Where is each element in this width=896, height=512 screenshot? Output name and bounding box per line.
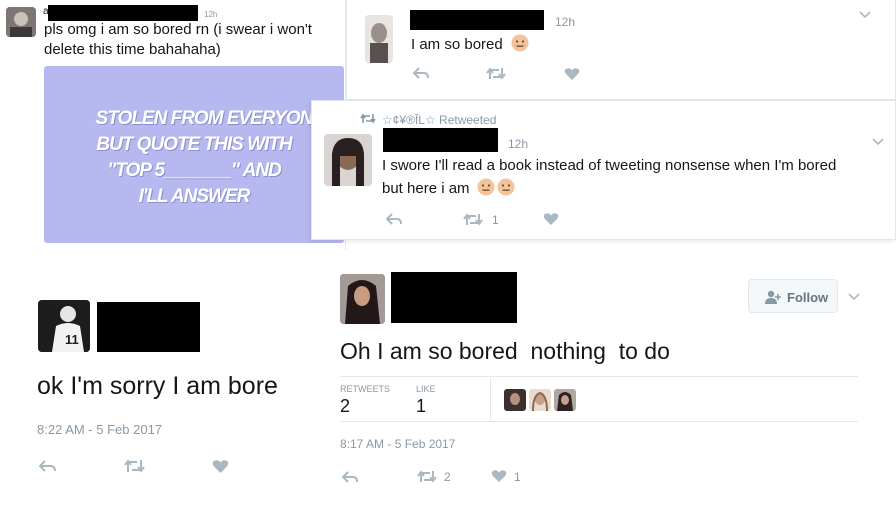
avatar[interactable] [365, 15, 393, 63]
tweet-card-5: Follow Oh I am so bored nothing to do RE… [320, 258, 896, 512]
image-text-line-2: BUT QUOTE THIS WITH [96, 134, 292, 155]
redacted-username [97, 302, 200, 352]
heart-icon[interactable] [212, 459, 229, 474]
retweeted-by-label[interactable]: ☆¢¥®ĪL☆ Retweeted [382, 113, 496, 127]
stats-divider-bottom [340, 421, 858, 422]
reply-icon[interactable] [413, 66, 429, 80]
reply-icon[interactable] [386, 212, 402, 226]
chevron-down-icon[interactable] [859, 10, 871, 20]
tweet-text-line-1: I swore I'll read a book instead of twee… [382, 157, 837, 174]
tweet-card-4: 11 ok I'm sorry I am bore 8:22 AM - 5 Fe… [0, 258, 320, 512]
tweet-text: Oh I am so bored nothing to do [340, 338, 670, 364]
tweet-time[interactable]: 12h [555, 15, 575, 29]
svg-text:11: 11 [65, 332, 79, 347]
avatar-photo [6, 7, 36, 37]
image-text-line-3: "TOP 5_______" AND [107, 160, 282, 181]
reply-icon[interactable] [39, 459, 56, 473]
tweet-card-1: a 12h pls omg i am so bored rn (i swear … [0, 0, 346, 250]
tweet-text-line-2: but here i am [382, 180, 470, 197]
avatar-photo [365, 15, 393, 63]
tweet-text: pls omg i am so bored rn (i swear i won'… [44, 20, 312, 60]
reply-icon[interactable] [342, 470, 358, 484]
avatar[interactable]: 11 [38, 300, 90, 352]
retweet-count: 2 [444, 470, 451, 484]
retweet-icon[interactable] [463, 213, 483, 226]
avatar-photo: 11 [38, 300, 90, 352]
tweet-text: ok I'm sorry I am bore [37, 372, 278, 400]
heart-icon[interactable] [564, 67, 580, 81]
heart-icon[interactable] [491, 469, 507, 483]
avatar-photo [340, 274, 385, 324]
retweet-icon[interactable] [486, 67, 506, 80]
tweet-card-2: 12h I am so bored [346, 0, 896, 100]
neutral-face-emoji-icon [477, 178, 495, 196]
tweet-text-line-2: delete this time bahahaha) [44, 41, 221, 58]
tweet-text: I swore I'll read a book instead of twee… [382, 154, 836, 200]
image-text: STOLEN FROM EVERYON BUT QUOTE THIS WITH … [44, 106, 344, 210]
liker-avatar[interactable] [529, 389, 551, 411]
liker-avatar-photo [554, 389, 576, 411]
likes-value[interactable]: 1 [416, 396, 426, 417]
image-text-line-1: STOLEN FROM EVERYON [95, 108, 314, 129]
avatar[interactable] [324, 134, 372, 186]
retweets-label[interactable]: RETWEETS [340, 384, 390, 394]
liker-avatar-photo [529, 389, 551, 411]
liker-avatar-photo [504, 389, 526, 411]
neutral-face-emoji-icon [511, 34, 529, 52]
tweet-text-content: I am so bored [411, 36, 503, 53]
tweet-text-line-2-row: but here i am [382, 177, 836, 200]
like-count: 1 [514, 470, 521, 484]
redacted-username [391, 272, 517, 323]
chevron-down-icon[interactable] [872, 137, 884, 147]
avatar[interactable] [340, 274, 385, 324]
redacted-username [48, 5, 198, 21]
tweet-text-line-1: pls omg i am so bored rn (i swear i won'… [44, 21, 312, 38]
tweet-time[interactable]: 12h [204, 10, 217, 19]
retweet-icon[interactable] [417, 470, 437, 483]
tweet-timestamp[interactable]: 8:17 AM - 5 Feb 2017 [340, 437, 455, 451]
tweet-timestamp[interactable]: 8:22 AM - 5 Feb 2017 [37, 422, 162, 437]
tweet-time[interactable]: 12h [508, 137, 528, 151]
likes-label[interactable]: LIKE [416, 384, 436, 394]
tweet-card-3: ☆¢¥®ĪL☆ Retweeted Z 12h I swore I'll rea… [311, 100, 896, 240]
tweet-text: I am so bored [411, 34, 529, 55]
follow-button[interactable]: Follow [748, 279, 838, 313]
stats-divider-top [340, 376, 858, 377]
neutral-face-emoji-icon [497, 178, 515, 196]
avatar-photo [324, 134, 372, 186]
chevron-down-icon[interactable] [848, 292, 860, 301]
redacted-username [410, 10, 544, 30]
stats-vertical-divider [490, 378, 491, 420]
tweet-image[interactable]: STOLEN FROM EVERYON BUT QUOTE THIS WITH … [44, 66, 344, 243]
retweets-value[interactable]: 2 [340, 396, 350, 417]
heart-icon[interactable] [543, 212, 559, 226]
image-text-line-4: I'LL ANSWER [138, 186, 251, 207]
redacted-username [383, 128, 498, 152]
liker-avatar[interactable] [504, 389, 526, 411]
follow-button-label: Follow [787, 290, 829, 305]
retweet-icon[interactable] [124, 459, 145, 473]
liker-avatar[interactable] [554, 389, 576, 411]
retweet-icon [360, 113, 376, 124]
avatar[interactable] [6, 7, 36, 37]
add-user-icon [765, 290, 781, 304]
retweet-count: 1 [492, 213, 499, 227]
